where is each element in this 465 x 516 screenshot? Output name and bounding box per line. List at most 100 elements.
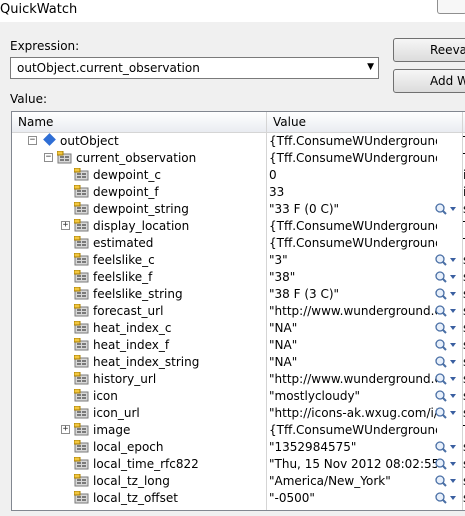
tree-row[interactable]: local_tz_offset"-0500"s	[12, 490, 465, 507]
reevaluate-button[interactable]: Reevaluate	[393, 38, 465, 62]
row-value[interactable]: "NA"	[269, 338, 437, 352]
tree-row[interactable]: forecast_url"http://www.wunderground.cos	[12, 303, 465, 320]
field-icon	[74, 236, 89, 249]
visualizer-magnifier-icon[interactable]	[433, 320, 459, 336]
column-header-name[interactable]: Name	[12, 112, 267, 132]
tree-row[interactable]: local_tz_long"America/New_York"s	[12, 473, 465, 490]
tree-row[interactable]: feelslike_c"3"s	[12, 252, 465, 269]
tree-row[interactable]: heat_index_string"NA"s	[12, 354, 465, 371]
visualizer-magnifier-icon[interactable]	[433, 456, 459, 472]
tree-row[interactable]: heat_index_f"NA"s	[12, 337, 465, 354]
row-name: feelslike_c	[93, 253, 155, 267]
tree-row[interactable]: + display_location {Tff.ConsumeWUndergroun…	[12, 218, 465, 235]
visualizer-magnifier-icon[interactable]	[433, 473, 459, 489]
expand-icon[interactable]: +	[61, 425, 70, 434]
tree-row[interactable]: dewpoint_string"33 F (0 C)"s	[12, 201, 465, 218]
tree-row[interactable]: − current_observation {Tff.ConsumeWUndergr…	[12, 150, 465, 167]
row-value[interactable]: "http://icons-ak.wxug.com/i/c/	[269, 406, 437, 420]
tree-row[interactable]: feelslike_string"38 F (3 C)"s	[12, 286, 465, 303]
visualizer-magnifier-icon[interactable]	[433, 337, 459, 353]
row-name: dewpoint_c	[93, 168, 162, 182]
row-value[interactable]: 0	[269, 168, 437, 182]
visualizer-magnifier-icon[interactable]	[433, 252, 459, 268]
row-name: history_url	[93, 372, 157, 386]
row-name: heat_index_f	[93, 338, 170, 352]
chevron-down-icon[interactable]: ▼	[367, 62, 374, 72]
collapse-icon[interactable]: −	[44, 153, 53, 162]
visualizer-magnifier-icon[interactable]	[433, 490, 459, 506]
field-icon	[74, 253, 89, 266]
field-icon	[74, 219, 89, 232]
expression-input[interactable]: outObject.current_observation	[17, 61, 200, 75]
row-value[interactable]: {Tff.ConsumeWUndergroundData.Es	[269, 236, 437, 250]
field-icon	[74, 304, 89, 317]
row-value[interactable]: "3"	[269, 253, 437, 267]
tree-row[interactable]: local_epoch"1352984575"s	[12, 439, 465, 456]
row-value[interactable]: {Tff.ConsumeWUndergroundData.R	[269, 134, 437, 148]
expression-label: Expression:	[10, 39, 80, 53]
row-name: outObject	[60, 134, 119, 148]
close-button[interactable]	[437, 0, 465, 14]
tree-row[interactable]: +image{Tff.ConsumeWUndergroundData.InT	[12, 422, 465, 439]
row-value[interactable]: {Tff.ConsumeWUndergroundData.In	[269, 423, 437, 437]
tree-row[interactable]: heat_index_c"NA"s	[12, 320, 465, 337]
row-value[interactable]: 33	[269, 185, 437, 199]
row-value[interactable]: "38"	[269, 270, 437, 284]
field-icon	[74, 168, 89, 181]
field-icon	[74, 372, 89, 385]
expression-combobox[interactable]: outObject.current_observation ▼	[10, 57, 379, 79]
visualizer-magnifier-icon[interactable]	[433, 439, 459, 455]
value-label: Value:	[10, 92, 47, 106]
row-value[interactable]: "33 F (0 C)"	[269, 202, 437, 216]
visualizer-magnifier-icon[interactable]	[433, 201, 459, 217]
row-name: local_tz_offset	[93, 491, 178, 505]
tree-row[interactable]: local_time_rfc822 "Thu, 15 Nov 2012 08:02…	[12, 456, 465, 473]
tree-row[interactable]: dewpoint_f33i	[12, 184, 465, 201]
row-name: dewpoint_string	[93, 202, 189, 216]
visualizer-magnifier-icon[interactable]	[433, 269, 459, 285]
visualizer-magnifier-icon[interactable]	[433, 303, 459, 319]
row-name: current_observation	[76, 151, 197, 165]
watch-grid[interactable]: Name Value Type −outObject{Tff.ConsumeWU…	[11, 111, 465, 511]
visualizer-magnifier-icon[interactable]	[433, 354, 459, 370]
row-value[interactable]: "-0500"	[269, 491, 437, 505]
row-name: heat_index_string	[93, 355, 200, 369]
column-header-value[interactable]: Value	[267, 112, 463, 132]
row-value[interactable]: "NA"	[269, 321, 437, 335]
row-value[interactable]: "America/New_York"	[269, 474, 437, 488]
row-value[interactable]: "NA"	[269, 355, 437, 369]
field-icon	[74, 355, 89, 368]
tree-row[interactable]: history_url"http://www.wunderground.cos	[12, 371, 465, 388]
tree-row[interactable]: feelslike_f"38"s	[12, 269, 465, 286]
grid-header: Name Value Type	[12, 112, 465, 133]
row-value[interactable]: "http://www.wunderground.co	[269, 372, 437, 386]
row-name: feelslike_string	[93, 287, 183, 301]
field-icon	[74, 270, 89, 283]
visualizer-magnifier-icon[interactable]	[433, 371, 459, 387]
tree-row[interactable]: icon"mostlycloudy"s	[12, 388, 465, 405]
row-name: icon_url	[93, 406, 140, 420]
field-icon	[74, 389, 89, 402]
field-icon	[74, 474, 89, 487]
visualizer-magnifier-icon[interactable]	[433, 388, 459, 404]
visualizer-magnifier-icon[interactable]	[433, 405, 459, 421]
row-name: display_location	[93, 219, 190, 233]
row-name: forecast_url	[93, 304, 164, 318]
add-watch-button[interactable]: Add Watch	[393, 69, 465, 93]
tree-row[interactable]: − outObject {Tff.ConsumeWUndergroundData.R…	[12, 133, 465, 150]
row-value[interactable]: "mostlycloudy"	[269, 389, 437, 403]
tree-row[interactable]: estimated {Tff.ConsumeWUndergroundData.Es…	[12, 235, 465, 252]
tree-row[interactable]: icon_url"http://icons-ak.wxug.com/i/c/s	[12, 405, 465, 422]
row-value[interactable]: "Thu, 15 Nov 2012 08:02:55 -050	[269, 457, 437, 471]
title-bar: QuickWatch	[0, 0, 465, 22]
row-name: estimated	[93, 236, 154, 250]
row-value[interactable]: {Tff.ConsumeWUndergroundData.C	[269, 151, 437, 165]
expand-icon[interactable]: +	[61, 221, 70, 230]
tree-row[interactable]: dewpoint_c0i	[12, 167, 465, 184]
row-value[interactable]: "1352984575"	[269, 440, 437, 454]
visualizer-magnifier-icon[interactable]	[433, 286, 459, 302]
row-value[interactable]: "http://www.wunderground.co	[269, 304, 437, 318]
row-value[interactable]: {Tff.ConsumeWUndergroundData.D	[269, 219, 437, 233]
row-value[interactable]: "38 F (3 C)"	[269, 287, 437, 301]
collapse-icon[interactable]: −	[28, 136, 37, 145]
